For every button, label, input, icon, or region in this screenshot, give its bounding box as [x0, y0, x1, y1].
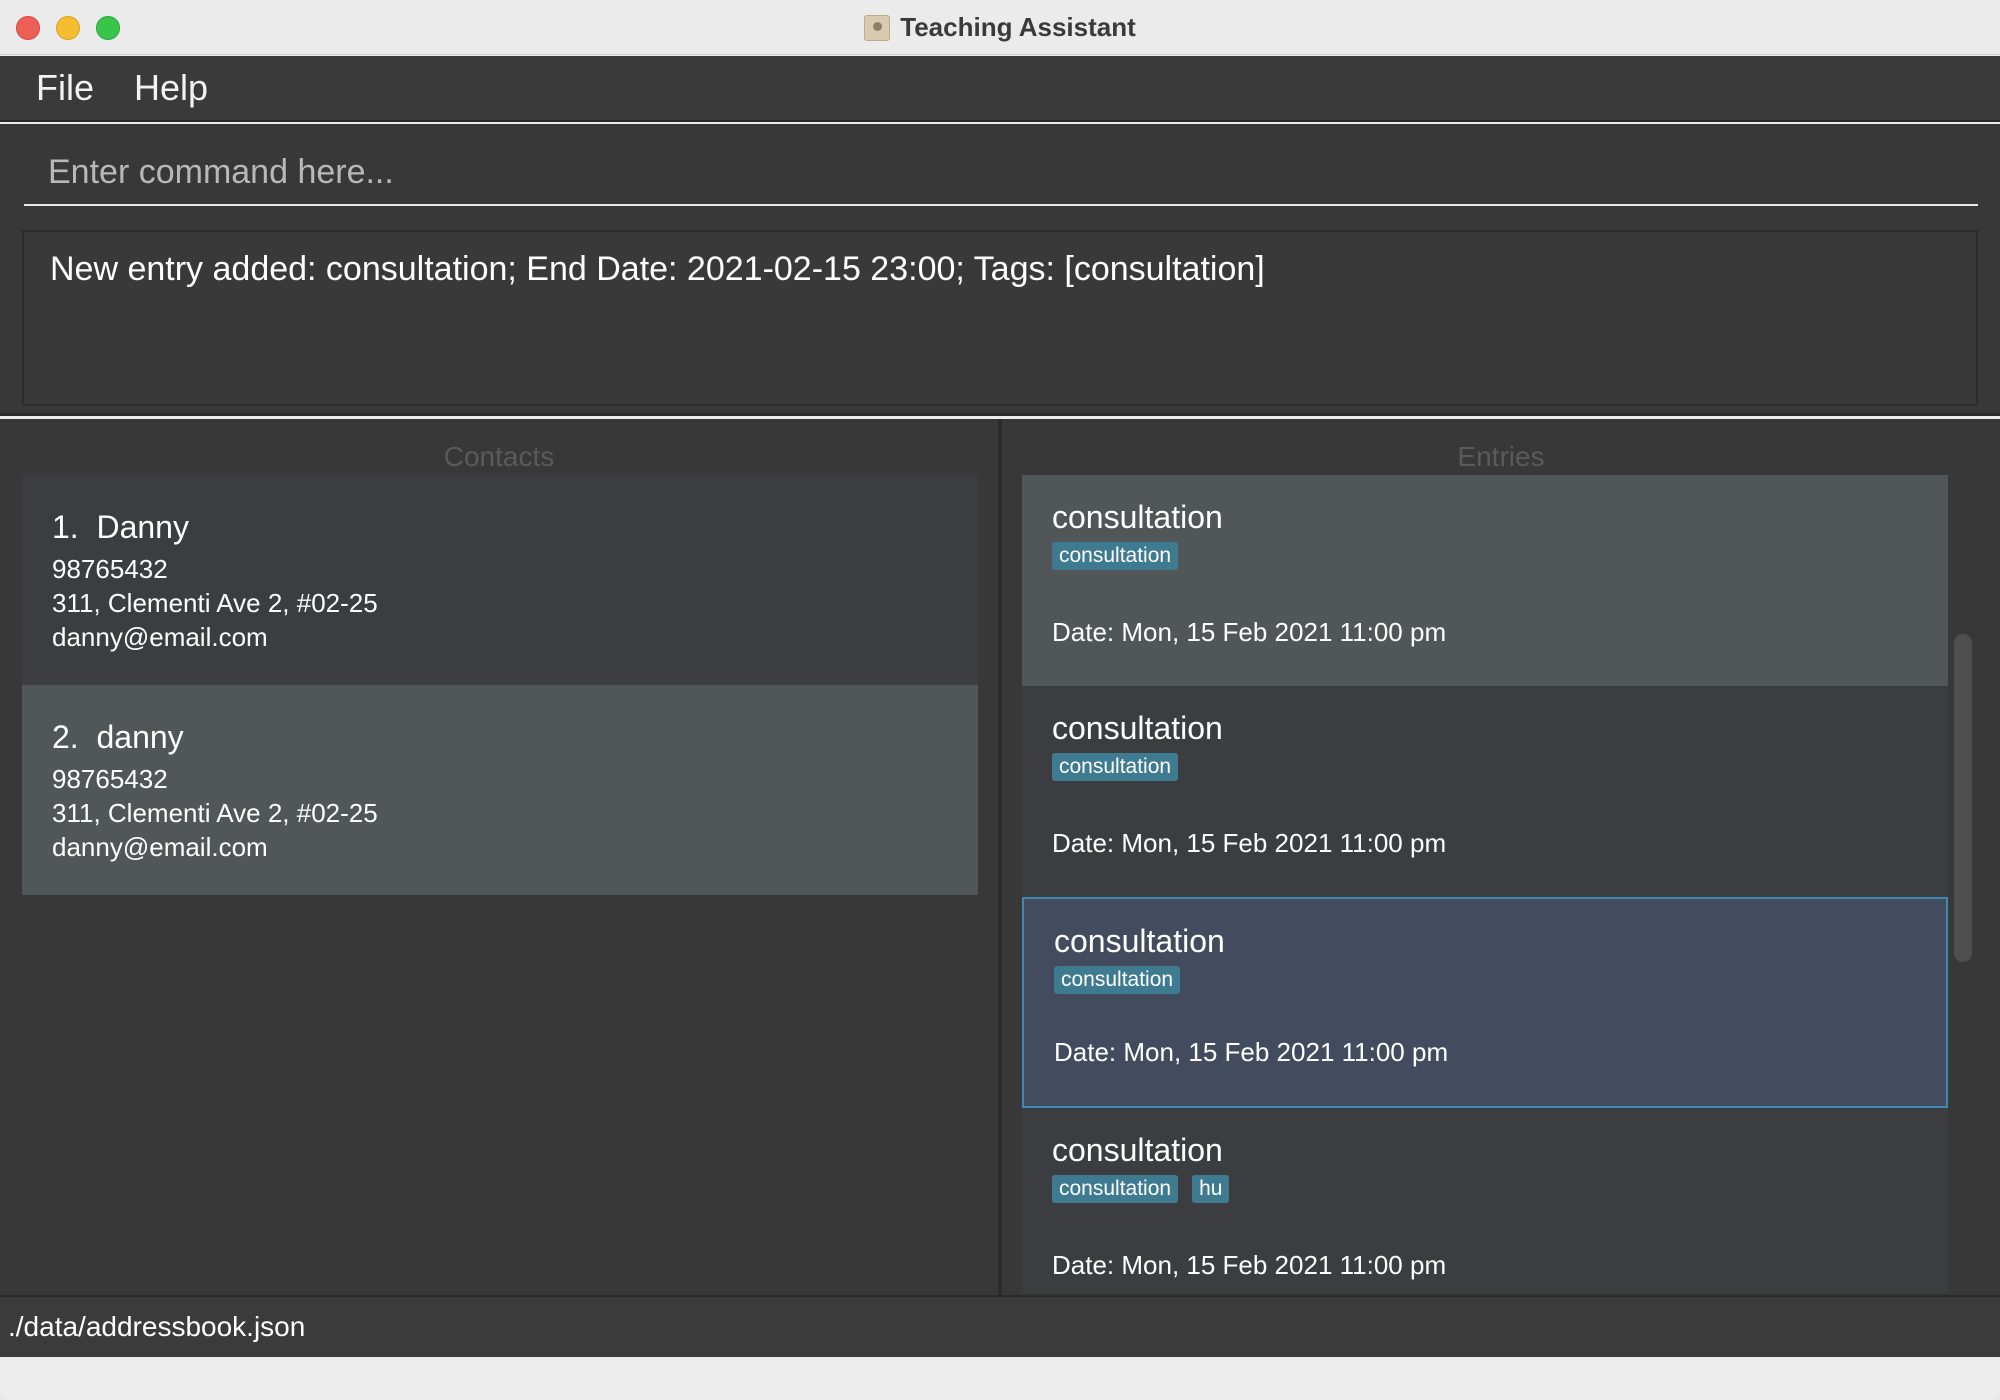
contact-email: danny@email.com: [52, 622, 268, 652]
entry-tag: consultation: [1052, 753, 1179, 781]
contact-address: 311, Clementi Ave 2, #02-25: [52, 588, 378, 618]
entry-date: Date: Mon, 15 Feb 2021 11:00 pm: [1054, 1037, 1449, 1067]
contact-index: 1.: [52, 509, 79, 545]
contact-name: Danny: [96, 509, 189, 545]
contact-name-line: 2. danny: [52, 719, 948, 756]
contact-card[interactable]: 2. danny 98765432 311, Clementi Ave 2, #…: [22, 685, 978, 895]
panel-divider[interactable]: [998, 419, 1002, 1295]
entry-tags: consultation hu: [1052, 1175, 1918, 1203]
status-bar: ./data/addressbook.json: [0, 1295, 2000, 1357]
contact-card[interactable]: 1. Danny 98765432 311, Clementi Ave 2, #…: [22, 475, 978, 685]
menu-help[interactable]: Help: [134, 67, 208, 109]
contact-phone: 98765432: [52, 554, 168, 584]
window-bottom-edge: [0, 1357, 2000, 1400]
entry-date: Date: Mon, 15 Feb 2021 11:00 pm: [1052, 828, 1447, 858]
contact-index: 2.: [52, 719, 79, 755]
entry-name: consultation: [1052, 499, 1223, 535]
entry-card[interactable]: consultation consultation Date: Mon, 15 …: [1022, 475, 1948, 686]
entry-card[interactable]: consultation consultation Date: Mon, 15 …: [1022, 686, 1948, 897]
contact-address: 311, Clementi Ave 2, #02-25: [52, 798, 378, 828]
contact-name-line: 1. Danny: [52, 509, 948, 546]
entry-date: Date: Mon, 15 Feb 2021 11:00 pm: [1052, 1250, 1447, 1280]
app-window: Teaching Assistant File Help New entry a…: [0, 0, 2000, 1400]
window-title-group: Teaching Assistant: [0, 0, 2000, 55]
entry-date: Date: Mon, 15 Feb 2021 11:00 pm: [1052, 617, 1447, 647]
entry-name: consultation: [1052, 710, 1223, 746]
menu-file[interactable]: File: [36, 67, 94, 109]
command-input[interactable]: [24, 140, 1978, 206]
contacts-panel-title: Contacts: [443, 441, 555, 472]
contact-name: danny: [96, 719, 184, 755]
contact-phone: 98765432: [52, 764, 168, 794]
entries-scrollbar[interactable]: [1954, 634, 1972, 962]
entry-tag: consultation: [1052, 542, 1179, 570]
entries-list[interactable]: consultation consultation Date: Mon, 15 …: [1022, 475, 1948, 1293]
entry-tags: consultation: [1052, 542, 1918, 570]
result-box: New entry added: consultation; End Date:…: [22, 230, 1978, 406]
entry-name: consultation: [1054, 923, 1225, 959]
contact-email: danny@email.com: [52, 832, 268, 862]
result-message: New entry added: consultation; End Date:…: [50, 250, 1265, 288]
window-title: Teaching Assistant: [900, 12, 1136, 42]
entries-panel-title: Entries: [1457, 441, 1545, 472]
entry-tags: consultation: [1054, 966, 1916, 994]
entry-tags: consultation: [1052, 753, 1918, 781]
entry-tag: consultation: [1054, 966, 1181, 994]
save-file-path: ./data/addressbook.json: [8, 1311, 306, 1342]
entry-name: consultation: [1052, 1132, 1223, 1168]
entry-tag: hu: [1192, 1175, 1230, 1203]
contacts-list[interactable]: 1. Danny 98765432 311, Clementi Ave 2, #…: [22, 475, 978, 895]
entry-card-selected[interactable]: consultation consultation Date: Mon, 15 …: [1022, 897, 1948, 1108]
result-display: New entry added: consultation; End Date:…: [0, 222, 2000, 416]
title-bar: Teaching Assistant: [0, 0, 2000, 55]
command-box: [0, 124, 2000, 222]
entry-card[interactable]: consultation consultation hu Date: Mon, …: [1022, 1108, 1948, 1293]
entry-tag: consultation: [1052, 1175, 1179, 1203]
list-panels: Contacts Entries 1. Danny 98765432 311, …: [0, 419, 2000, 1295]
app-icon: [864, 14, 891, 41]
menu-bar: File Help: [0, 56, 2000, 122]
